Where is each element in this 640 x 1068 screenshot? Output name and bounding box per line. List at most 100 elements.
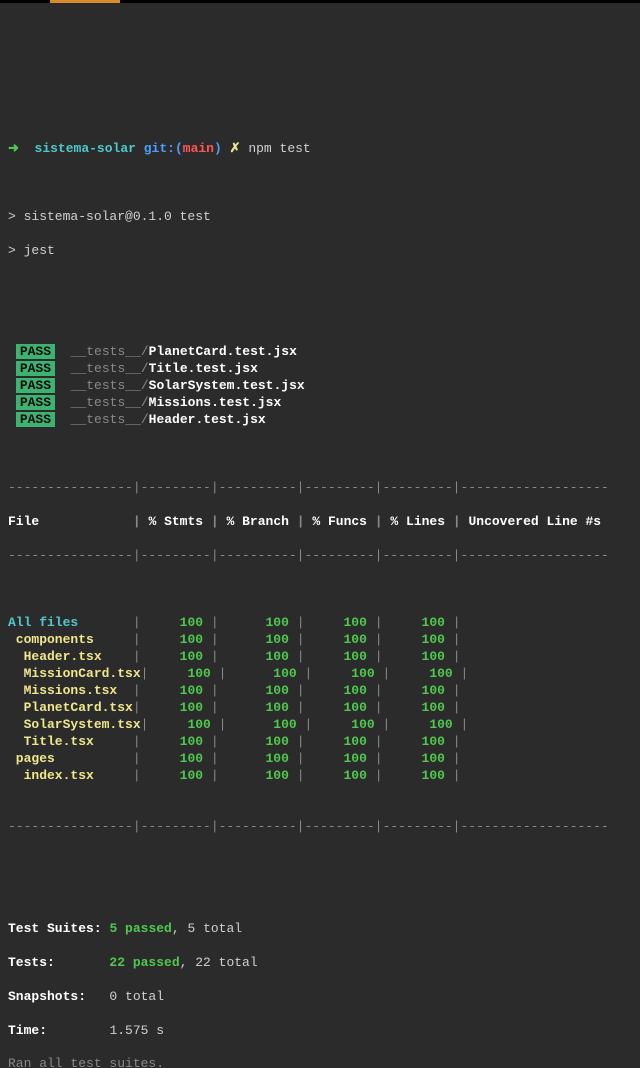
coverage-lines: 100	[383, 649, 453, 664]
summary-snapshots: Snapshots: 0 total	[8, 989, 632, 1006]
coverage-file: MissionCard.tsx	[8, 666, 141, 681]
coverage-funcs: 100	[305, 751, 375, 766]
npm-run-line-1: > sistema-solar@0.1.0 test	[8, 209, 632, 226]
coverage-row: pages | 100 | 100 | 100 | 100 |	[8, 751, 632, 768]
test-pass-row: PASS __tests__/Missions.test.jsx	[8, 395, 632, 412]
coverage-lines: 100	[383, 632, 453, 647]
coverage-divider: ----------------|---------|----------|--…	[8, 548, 632, 565]
coverage-funcs: 100	[305, 700, 375, 715]
coverage-stmts: 100	[141, 768, 211, 783]
coverage-lines: 100	[383, 683, 453, 698]
coverage-stmts: 100	[148, 666, 218, 681]
coverage-stmts: 100	[141, 700, 211, 715]
test-pass-row: PASS __tests__/Title.test.jsx	[8, 361, 632, 378]
coverage-stmts: 100	[141, 649, 211, 664]
coverage-file: PlanetCard.tsx	[8, 700, 133, 715]
coverage-branch: 100	[219, 751, 297, 766]
prompt-dirty-icon: ✗	[230, 141, 241, 156]
test-path-prefix: __tests__/	[71, 378, 149, 393]
pass-badge: PASS	[16, 361, 55, 376]
coverage-branch: 100	[219, 632, 297, 647]
prompt-arrow-icon: ➜	[8, 141, 19, 156]
test-file-name: PlanetCard.test.jsx	[149, 344, 297, 359]
test-file-name: Title.test.jsx	[149, 361, 258, 376]
test-file-name: SolarSystem.test.jsx	[149, 378, 305, 393]
coverage-header-row: File | % Stmts | % Branch | % Funcs | % …	[8, 514, 632, 531]
coverage-branch: 100	[219, 768, 297, 783]
pass-badge: PASS	[16, 412, 55, 427]
test-file-name: Header.test.jsx	[149, 412, 266, 427]
coverage-stmts: 100	[148, 717, 218, 732]
coverage-divider: ----------------|---------|----------|--…	[8, 480, 632, 497]
window-tab-indicator	[50, 0, 120, 3]
coverage-lines: 100	[383, 768, 453, 783]
coverage-funcs: 100	[305, 734, 375, 749]
coverage-file: components	[8, 632, 133, 647]
coverage-lines: 100	[383, 734, 453, 749]
coverage-funcs: 100	[312, 666, 382, 681]
coverage-row: Header.tsx | 100 | 100 | 100 | 100 |	[8, 649, 632, 666]
blank-line	[8, 277, 632, 294]
coverage-row: SolarSystem.tsx| 100 | 100 | 100 | 100 |	[8, 717, 632, 734]
coverage-branch: 100	[219, 700, 297, 715]
coverage-lines: 100	[390, 717, 460, 732]
coverage-row: Title.tsx | 100 | 100 | 100 | 100 |	[8, 734, 632, 751]
coverage-branch: 100	[219, 683, 297, 698]
prompt-command: npm test	[248, 141, 310, 156]
coverage-row: MissionCard.tsx| 100 | 100 | 100 | 100 |	[8, 666, 632, 683]
coverage-branch: 100	[226, 717, 304, 732]
test-pass-row: PASS __tests__/SolarSystem.test.jsx	[8, 378, 632, 395]
summary-ran: Ran all test suites.	[8, 1056, 632, 1068]
coverage-branch: 100	[219, 734, 297, 749]
coverage-stmts: 100	[141, 734, 211, 749]
coverage-file: index.tsx	[8, 768, 133, 783]
coverage-stmts: 100	[141, 751, 211, 766]
coverage-file: Header.tsx	[8, 649, 133, 664]
prompt-dir: sistema-solar	[35, 141, 136, 156]
prompt-branch: main	[183, 141, 214, 156]
coverage-stmts: 100	[141, 683, 211, 698]
coverage-branch: 100	[219, 615, 297, 630]
coverage-funcs: 100	[305, 683, 375, 698]
prompt-git-label: git:(	[144, 141, 183, 156]
test-pass-row: PASS __tests__/Header.test.jsx	[8, 412, 632, 429]
coverage-file: Missions.tsx	[8, 683, 133, 698]
coverage-file: All files	[8, 615, 133, 630]
coverage-funcs: 100	[312, 717, 382, 732]
test-file-name: Missions.test.jsx	[149, 395, 282, 410]
coverage-branch: 100	[226, 666, 304, 681]
test-path-prefix: __tests__/	[71, 344, 149, 359]
npm-run-line-2: > jest	[8, 243, 632, 260]
test-path-prefix: __tests__/	[71, 361, 149, 376]
coverage-file: pages	[8, 751, 133, 766]
test-path-prefix: __tests__/	[71, 395, 149, 410]
coverage-lines: 100	[390, 666, 460, 681]
summary-suites: Test Suites: 5 passed, 5 total	[8, 921, 632, 938]
coverage-funcs: 100	[305, 768, 375, 783]
pass-badge: PASS	[16, 344, 55, 359]
coverage-row: PlanetCard.tsx| 100 | 100 | 100 | 100 |	[8, 700, 632, 717]
coverage-stmts: 100	[141, 615, 211, 630]
prompt-line-1: ➜ sistema-solar git:(main) ✗ npm test	[8, 141, 632, 158]
coverage-file: Title.tsx	[8, 734, 133, 749]
pass-badge: PASS	[16, 378, 55, 393]
coverage-lines: 100	[383, 700, 453, 715]
coverage-row: components | 100 | 100 | 100 | 100 |	[8, 632, 632, 649]
coverage-row: index.tsx | 100 | 100 | 100 | 100 |	[8, 768, 632, 785]
blank-line	[8, 175, 632, 192]
prompt-git-close: )	[214, 141, 222, 156]
summary-tests: Tests: 22 passed, 22 total	[8, 955, 632, 972]
coverage-divider: ----------------|---------|----------|--…	[8, 819, 632, 836]
test-pass-row: PASS __tests__/PlanetCard.test.jsx	[8, 344, 632, 361]
summary-time: Time: 1.575 s	[8, 1023, 632, 1040]
coverage-file: SolarSystem.tsx	[8, 717, 141, 732]
coverage-stmts: 100	[141, 632, 211, 647]
coverage-row: All files | 100 | 100 | 100 | 100 |	[8, 615, 632, 632]
coverage-branch: 100	[219, 649, 297, 664]
coverage-funcs: 100	[305, 615, 375, 630]
coverage-lines: 100	[383, 615, 453, 630]
test-path-prefix: __tests__/	[71, 412, 149, 427]
coverage-row: Missions.tsx | 100 | 100 | 100 | 100 |	[8, 683, 632, 700]
coverage-funcs: 100	[305, 649, 375, 664]
blank-line	[8, 853, 632, 870]
